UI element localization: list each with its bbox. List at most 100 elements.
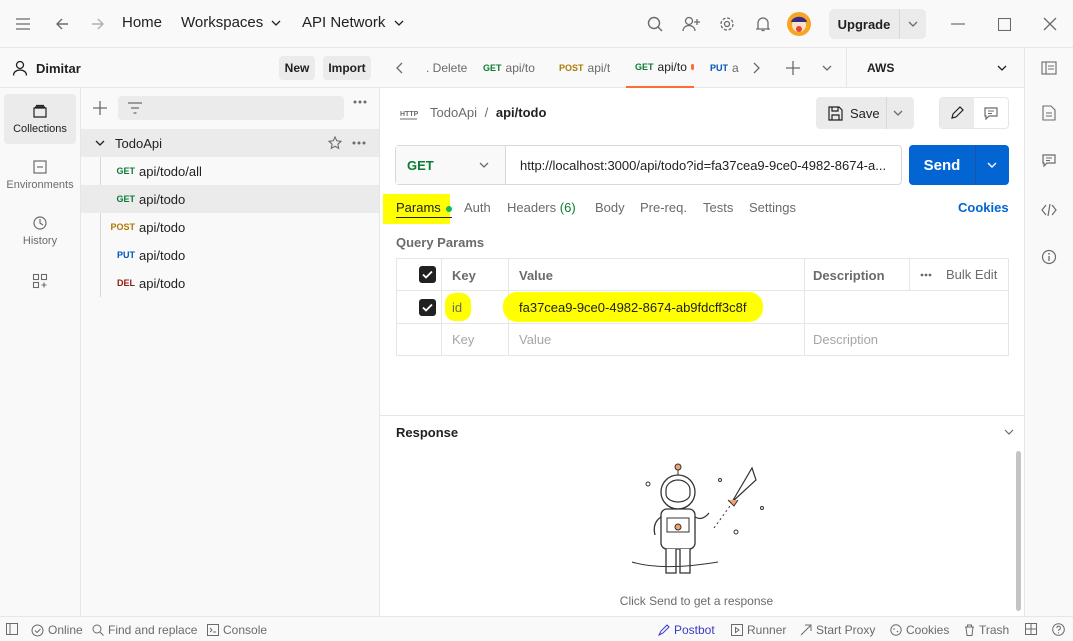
save-label: Save	[850, 105, 880, 121]
upgrade-button[interactable]: Upgrade	[829, 9, 926, 39]
code-snippet-icon[interactable]	[1041, 204, 1057, 216]
request-editor: . Delete GET api/to POST api/t GET api/t…	[380, 48, 1024, 616]
url-input[interactable]: http://localhost:3000/api/todo?id=fa37ce…	[520, 158, 895, 173]
online-status[interactable]: Online	[31, 623, 83, 637]
chevron-down-icon[interactable]	[987, 162, 997, 168]
request-get-all[interactable]: GET api/todo/all	[81, 157, 379, 185]
tab-headers[interactable]: Headers (6)	[507, 200, 576, 215]
chevron-down-icon[interactable]	[900, 21, 926, 27]
param-key[interactable]: id	[452, 300, 462, 315]
cookies-link[interactable]: Cookies	[958, 200, 1009, 215]
tab-post[interactable]: POST api/t	[559, 48, 610, 88]
method-badge: POST	[559, 63, 584, 73]
status-bar: Online Find and replace Console Postbot …	[0, 616, 1073, 641]
console[interactable]: Console	[207, 623, 267, 637]
start-proxy[interactable]: Start Proxy	[800, 623, 875, 637]
info-icon[interactable]	[1041, 249, 1057, 265]
cookies-status[interactable]: Cookies	[890, 623, 949, 637]
new-param-description-input[interactable]: Description	[813, 332, 878, 347]
select-all-checkbox[interactable]	[419, 266, 436, 283]
invite-user-icon[interactable]	[679, 12, 703, 36]
edit-pencil-icon[interactable]	[940, 98, 974, 128]
postbot[interactable]: Postbot	[658, 623, 715, 637]
more-options-icon[interactable]	[920, 273, 932, 277]
more-options-icon[interactable]	[352, 141, 366, 145]
request-name: api/todo/all	[139, 163, 202, 179]
comments-icon[interactable]	[1042, 154, 1056, 167]
more-options-icon[interactable]	[353, 100, 367, 104]
chevron-down-icon[interactable]	[822, 65, 832, 71]
star-icon[interactable]	[328, 136, 342, 150]
api-network-menu[interactable]: API Network	[302, 14, 404, 31]
workspace-overview-icon[interactable]	[1041, 60, 1057, 76]
save-button[interactable]: Save	[816, 97, 914, 129]
request-put-todo[interactable]: PUT api/todo	[81, 241, 379, 269]
chevron-down-icon[interactable]	[893, 110, 903, 116]
new-tab-icon[interactable]	[786, 61, 800, 75]
new-param-value-input[interactable]: Value	[519, 332, 551, 347]
rail-apps[interactable]	[4, 266, 76, 296]
chevron-down-icon[interactable]	[95, 140, 105, 146]
help-icon[interactable]	[1052, 623, 1065, 636]
trash[interactable]: Trash	[964, 623, 1009, 637]
maximize-window-icon[interactable]	[992, 12, 1016, 36]
response-scrollbar[interactable]	[1016, 451, 1021, 611]
collection-todoapi[interactable]: TodoApi	[81, 129, 379, 157]
tab-delete[interactable]: . Delete	[426, 48, 467, 88]
breadcrumb-collection[interactable]: TodoApi	[430, 105, 477, 120]
avatar[interactable]	[787, 12, 811, 36]
tab-params[interactable]: Params	[396, 200, 453, 218]
bulk-edit-button[interactable]: Bulk Edit	[946, 267, 997, 282]
tab-put[interactable]: PUT a	[710, 48, 739, 88]
notifications-bell-icon[interactable]	[751, 12, 775, 36]
rail-collections[interactable]: Collections	[4, 94, 76, 144]
toggle-sidebar-icon[interactable]	[6, 623, 18, 635]
request-del-todo[interactable]: DEL api/todo	[81, 269, 379, 297]
breadcrumb-separator: /	[484, 105, 489, 120]
request-get-todo[interactable]: GET api/todo	[81, 185, 379, 213]
rail-environments[interactable]: Environments	[4, 150, 76, 200]
new-param-key-input[interactable]: Key	[452, 332, 474, 347]
back-arrow-icon[interactable]	[50, 12, 74, 36]
chevron-down-icon	[479, 162, 489, 168]
runner[interactable]: Runner	[731, 623, 786, 637]
comments-icon[interactable]	[974, 98, 1008, 128]
layout-grid-icon[interactable]	[1025, 623, 1037, 635]
minimize-window-icon[interactable]	[946, 12, 970, 36]
tab-get-1[interactable]: GET api/to	[483, 48, 535, 88]
param-enabled-checkbox[interactable]	[419, 299, 436, 316]
user-icon	[12, 60, 28, 76]
tab-settings[interactable]: Settings	[749, 200, 796, 215]
tab-prereq[interactable]: Pre-req.	[640, 200, 687, 215]
chevron-left-icon[interactable]	[396, 62, 403, 74]
find-replace[interactable]: Find and replace	[92, 623, 197, 637]
chevron-down-icon[interactable]	[1004, 429, 1014, 435]
filter-input[interactable]	[118, 96, 344, 120]
environment-selector[interactable]: AWS	[857, 48, 1022, 88]
add-icon[interactable]	[93, 101, 107, 115]
request-post-todo[interactable]: POST api/todo	[81, 213, 379, 241]
rail-history[interactable]: History	[4, 206, 76, 256]
method-select[interactable]: GET	[396, 146, 506, 184]
close-window-icon[interactable]	[1038, 12, 1062, 36]
breadcrumb-request[interactable]: api/todo	[496, 105, 547, 120]
tab-get-active[interactable]: GET api/to	[626, 48, 694, 88]
home-link[interactable]: Home	[122, 14, 162, 31]
workspaces-menu[interactable]: Workspaces	[181, 14, 281, 31]
import-button[interactable]: Import	[323, 56, 371, 80]
documentation-icon[interactable]	[1042, 105, 1056, 121]
settings-gear-icon[interactable]	[715, 12, 739, 36]
search-icon[interactable]	[643, 12, 667, 36]
send-button[interactable]: Send	[909, 145, 1009, 185]
tab-body[interactable]: Body	[595, 200, 625, 215]
param-value[interactable]: fa37cea9-9ce0-4982-8674-ab9fdcff3c8f	[519, 300, 746, 315]
tab-auth[interactable]: Auth	[464, 200, 491, 215]
tab-tests[interactable]: Tests	[703, 200, 733, 215]
chevron-right-icon[interactable]	[753, 62, 760, 74]
rail-environments-label: Environments	[6, 179, 74, 191]
new-button[interactable]: New	[279, 56, 315, 80]
url-bar: GET http://localhost:3000/api/todo?id=fa…	[395, 145, 902, 185]
forward-arrow-icon[interactable]	[86, 12, 110, 36]
right-rail	[1024, 48, 1073, 616]
menu-icon[interactable]	[11, 12, 35, 36]
